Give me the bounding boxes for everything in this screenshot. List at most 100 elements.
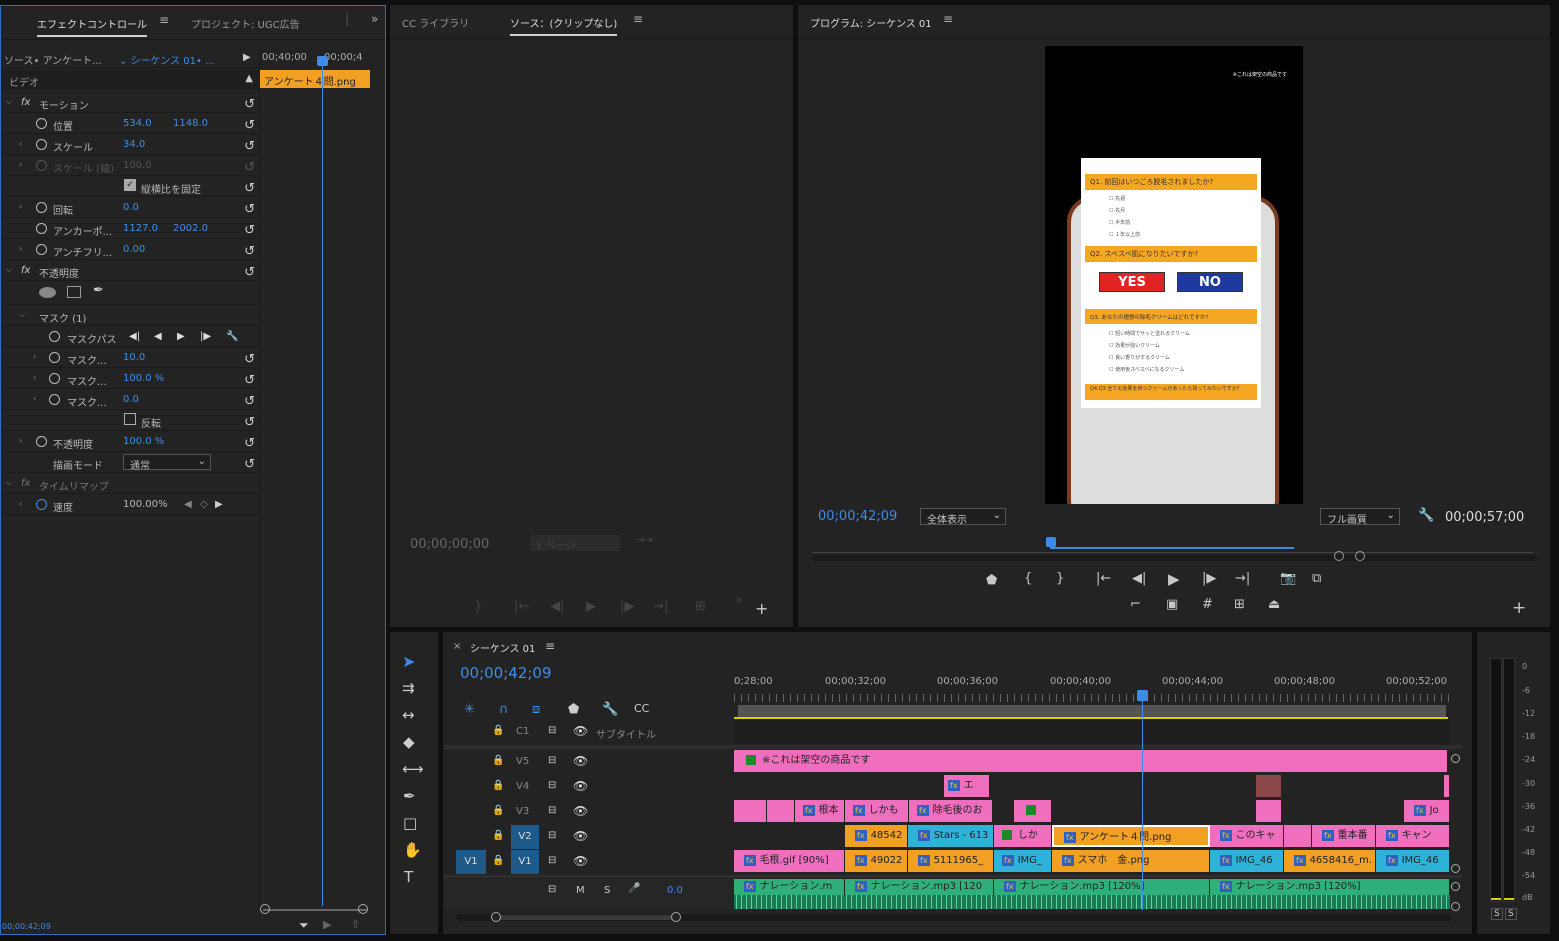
solo-button[interactable]: S — [604, 885, 610, 896]
nest-sequence-icon[interactable]: ✳ — [464, 702, 475, 717]
invert-checkbox[interactable] — [124, 413, 136, 425]
rotation-value[interactable]: 0.0 — [123, 202, 139, 213]
zoom-handle-right[interactable] — [358, 904, 368, 914]
timeline-clip[interactable]: fx スマホ 金.png — [1052, 850, 1210, 872]
panel-menu-icon[interactable]: ≡ — [545, 639, 555, 653]
reset-icon[interactable]: ↺ — [244, 118, 255, 133]
opacity-value[interactable]: 100.0 % — [123, 436, 164, 447]
panel-menu-icon[interactable]: ≡ — [943, 12, 953, 26]
stopwatch-icon[interactable] — [49, 352, 60, 363]
rectangle-mask-icon[interactable] — [67, 286, 81, 298]
timeline-playhead-head[interactable] — [1137, 690, 1148, 701]
expand-chevron-icon[interactable]: › — [19, 499, 22, 508]
stopwatch-icon[interactable] — [36, 139, 47, 150]
pen-mask-icon[interactable]: ✒ — [93, 283, 104, 298]
expand-chevron-icon[interactable]: ⌵ — [6, 265, 12, 275]
position-x-value[interactable]: 534.0 — [123, 118, 152, 129]
source-label[interactable]: ソース• アンケート... — [4, 52, 102, 67]
expand-chevron-icon[interactable]: › — [19, 139, 22, 148]
track-forward-icon[interactable]: ▶ — [177, 331, 185, 342]
reset-icon[interactable]: ↺ — [244, 265, 255, 280]
go-to-in-icon[interactable]: |← — [1096, 571, 1111, 586]
expand-chevron-icon[interactable]: ⌵ — [19, 310, 25, 320]
anchor-y-value[interactable]: 2002.0 — [173, 223, 208, 234]
tab-project[interactable]: プロジェクト: UGC広告 — [191, 16, 300, 31]
timeline-clip[interactable]: fx このキャ — [1210, 825, 1284, 847]
settings-wrench-icon[interactable]: 🔧 — [602, 702, 618, 717]
lock-icon[interactable]: 🔒 — [492, 725, 504, 736]
expand-chevron-icon[interactable]: › — [33, 352, 36, 361]
eye-icon[interactable]: 👁 — [573, 804, 588, 818]
zoom-handle-left[interactable] — [491, 912, 501, 922]
timeline-playhead-line[interactable] — [1142, 700, 1143, 910]
reset-icon[interactable]: ↺ — [244, 181, 255, 196]
timeline-clip[interactable]: fx 毛根.gif [90%] — [734, 850, 845, 872]
mini-playhead-head[interactable] — [317, 56, 328, 66]
grid-icon[interactable]: # — [1202, 597, 1213, 612]
stopwatch-icon[interactable] — [49, 394, 60, 405]
lock-icon[interactable]: 🔒 — [492, 780, 504, 791]
timeline-clip[interactable]: fx IMG_46 — [1376, 850, 1450, 872]
track-end-handle[interactable] — [1451, 864, 1460, 873]
program-playhead[interactable] — [1046, 537, 1056, 547]
panel-menu-icon[interactable]: ≡ — [159, 13, 169, 27]
eye-icon[interactable]: 👁 — [573, 854, 588, 868]
timeline-clip[interactable] — [1256, 775, 1282, 797]
panel-menu-icon[interactable]: ≡ — [633, 12, 643, 26]
timeline-scroll-thumb[interactable] — [496, 915, 676, 920]
sequence-dropdown[interactable]: ⌄ シーケンス 01• ... — [119, 52, 215, 67]
reset-icon[interactable]: ↺ — [244, 415, 255, 430]
timeline-clip[interactable]: fx キャン — [1376, 825, 1450, 847]
add-button-icon[interactable]: + — [1512, 598, 1526, 618]
blend-mode-select[interactable]: 通常 ⌄ — [123, 454, 211, 472]
zoom-select[interactable]: 全体表示 ⌄ — [920, 508, 1006, 526]
eye-icon[interactable]: 👁 — [573, 754, 588, 768]
play-triangle-icon[interactable]: ▶ — [243, 52, 251, 63]
next-keyframe-icon[interactable]: ▶ — [215, 499, 223, 510]
pen-tool-icon[interactable]: ✒ — [403, 787, 416, 805]
sync-icon[interactable]: ⊟ — [548, 830, 556, 841]
timeline-clip[interactable]: fx 4658416_m. — [1284, 850, 1376, 872]
tab-cc-libraries[interactable]: CC ライブラリ — [402, 15, 469, 30]
program-in-out-range[interactable] — [1050, 547, 1294, 549]
work-area-bar[interactable] — [738, 705, 1446, 717]
captions-icon[interactable]: CC — [634, 702, 649, 715]
sync-icon[interactable]: ⊟ — [548, 725, 556, 736]
effect-zoom-scrollbar[interactable] — [263, 909, 367, 911]
sync-icon[interactable]: ⊟ — [548, 780, 556, 791]
add-button-icon[interactable]: + — [755, 599, 768, 618]
mini-playhead[interactable] — [322, 56, 323, 906]
solo-right-button[interactable]: S — [1505, 908, 1517, 920]
expand-chevron-icon[interactable]: › — [33, 373, 36, 382]
filter-icon[interactable]: ⏷ — [299, 918, 309, 933]
stopwatch-icon[interactable] — [36, 244, 47, 255]
rectangle-tool-icon[interactable]: □ — [403, 814, 417, 832]
prev-keyframe-icon[interactable]: ◀ — [184, 499, 192, 510]
track-name-v1[interactable]: V1 — [511, 850, 539, 874]
step-back-icon[interactable]: ◀| — [1132, 571, 1146, 586]
expand-chevron-icon[interactable]: › — [33, 394, 36, 403]
timeline-clip[interactable] — [1284, 825, 1312, 847]
eye-icon[interactable]: 👁 — [573, 779, 588, 793]
timeline-clip[interactable]: fx しかも — [845, 800, 909, 822]
solo-left-button[interactable]: S — [1491, 908, 1503, 920]
add-marker-icon[interactable]: ⬟ — [986, 573, 997, 588]
snap-magnet-icon[interactable]: ∩ — [499, 702, 509, 717]
timeline-clip[interactable]: fx 重本番 — [1312, 825, 1376, 847]
razor-tool-icon[interactable]: ◆ — [403, 733, 415, 751]
stopwatch-icon[interactable] — [49, 373, 60, 384]
audio-volume-value[interactable]: 0.0 — [667, 885, 683, 896]
mask-expansion-value[interactable]: 0.0 — [123, 394, 139, 405]
timeline-clip[interactable]: fx Stars - 613 — [908, 825, 994, 847]
lift-icon[interactable]: ⌐ — [1130, 597, 1141, 612]
track-back-icon[interactable]: ◀ — [154, 331, 162, 342]
position-y-value[interactable]: 1148.0 — [173, 118, 208, 129]
reset-icon[interactable]: ↺ — [244, 97, 255, 112]
timeline-clip[interactable] — [1014, 800, 1052, 822]
antiflicker-value[interactable]: 0.00 — [123, 244, 145, 255]
uniform-scale-checkbox[interactable]: ✓ — [124, 179, 136, 191]
timeline-clip[interactable]: しか — [994, 825, 1052, 847]
track-name-v2[interactable]: V2 — [511, 825, 539, 849]
lock-icon[interactable]: 🔒 — [492, 830, 504, 841]
expand-chevron-icon[interactable]: ⌵ — [6, 478, 12, 488]
